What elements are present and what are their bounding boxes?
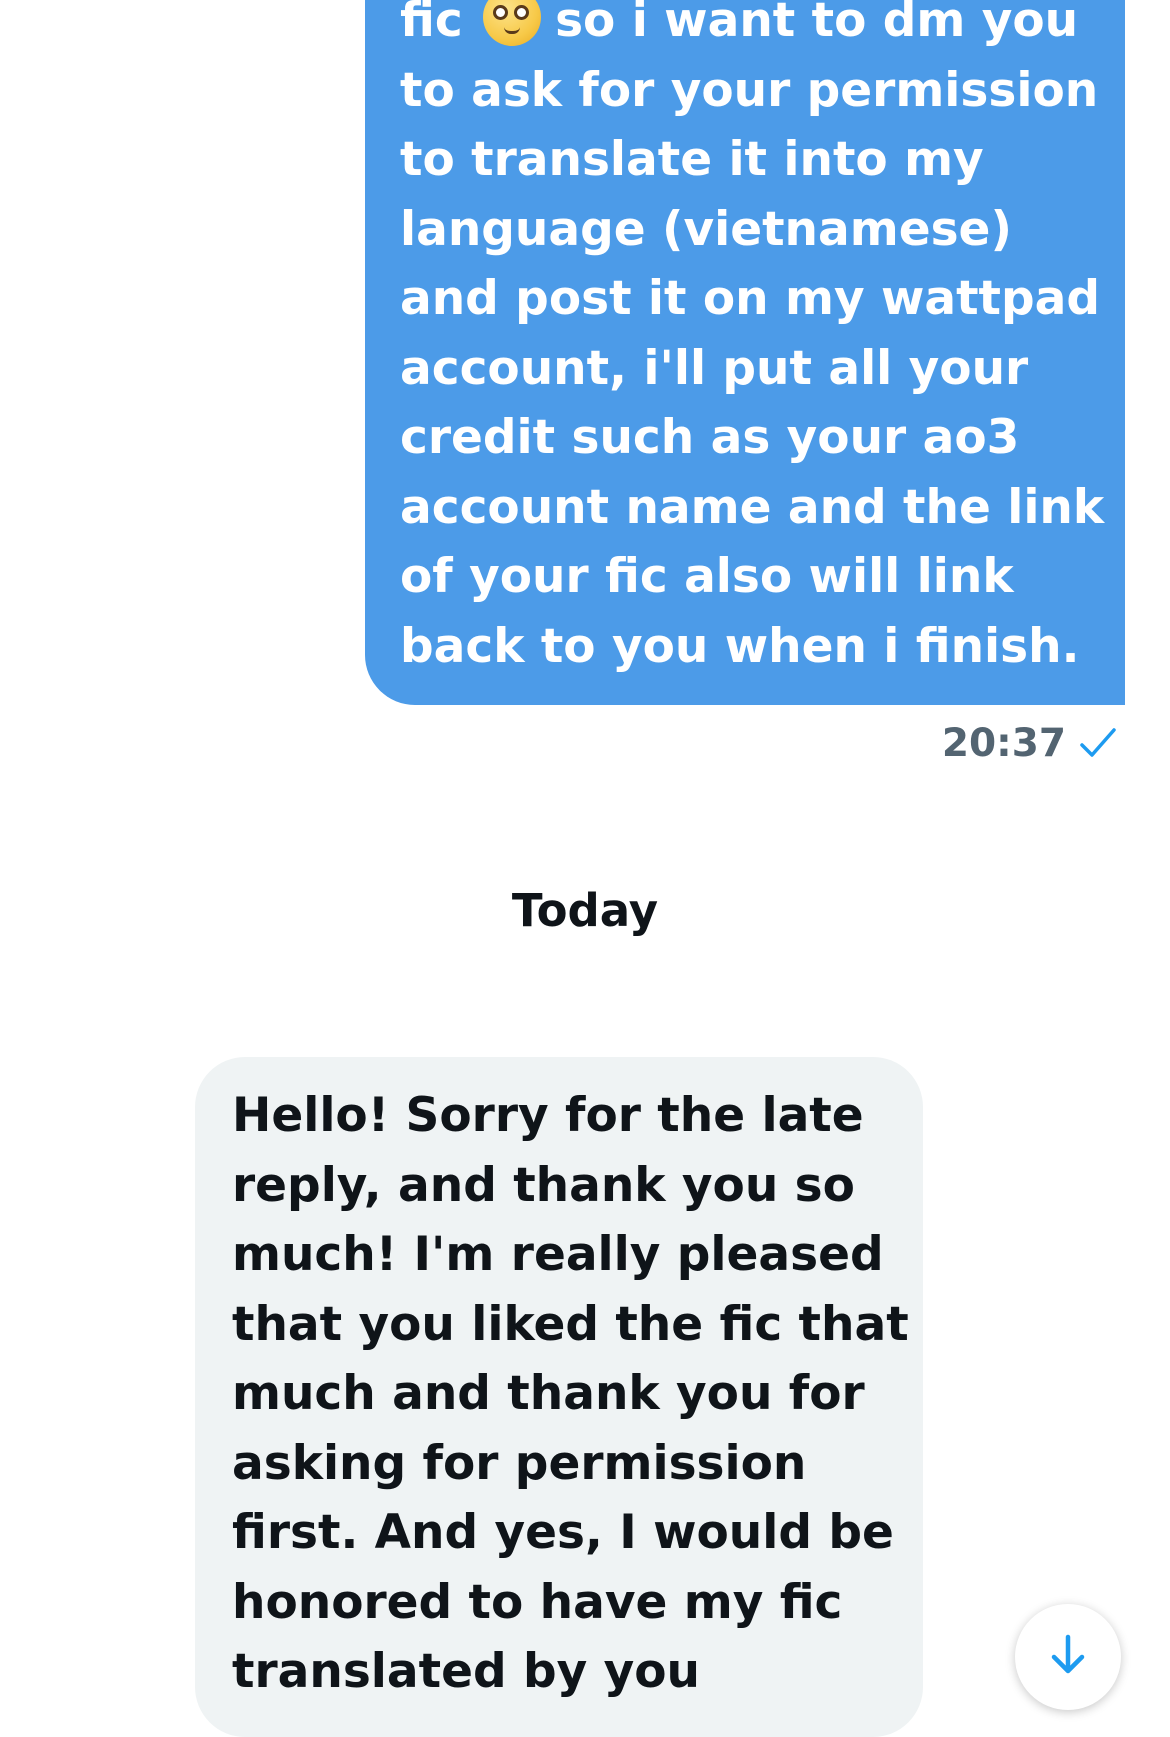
arrow-down-icon xyxy=(1046,1631,1090,1683)
sent-message-line-end: so i want to dm you xyxy=(555,0,1079,48)
sent-message-line-start: fic xyxy=(400,0,463,48)
message-meta: 20:37 xyxy=(942,718,1118,768)
sent-message-body: to ask for your permission to translate … xyxy=(400,62,1105,674)
pleading-face-emoji-icon xyxy=(483,0,542,46)
day-separator: Today xyxy=(511,884,659,937)
sent-message-text: fic so i want to dm you to ask for your … xyxy=(400,0,1120,681)
check-icon xyxy=(1078,725,1118,761)
scroll-to-bottom-button[interactable] xyxy=(1015,1604,1121,1710)
message-timestamp: 20:37 xyxy=(941,720,1066,766)
received-message-text: Hello! Sorry for the late reply, and tha… xyxy=(232,1088,909,1699)
